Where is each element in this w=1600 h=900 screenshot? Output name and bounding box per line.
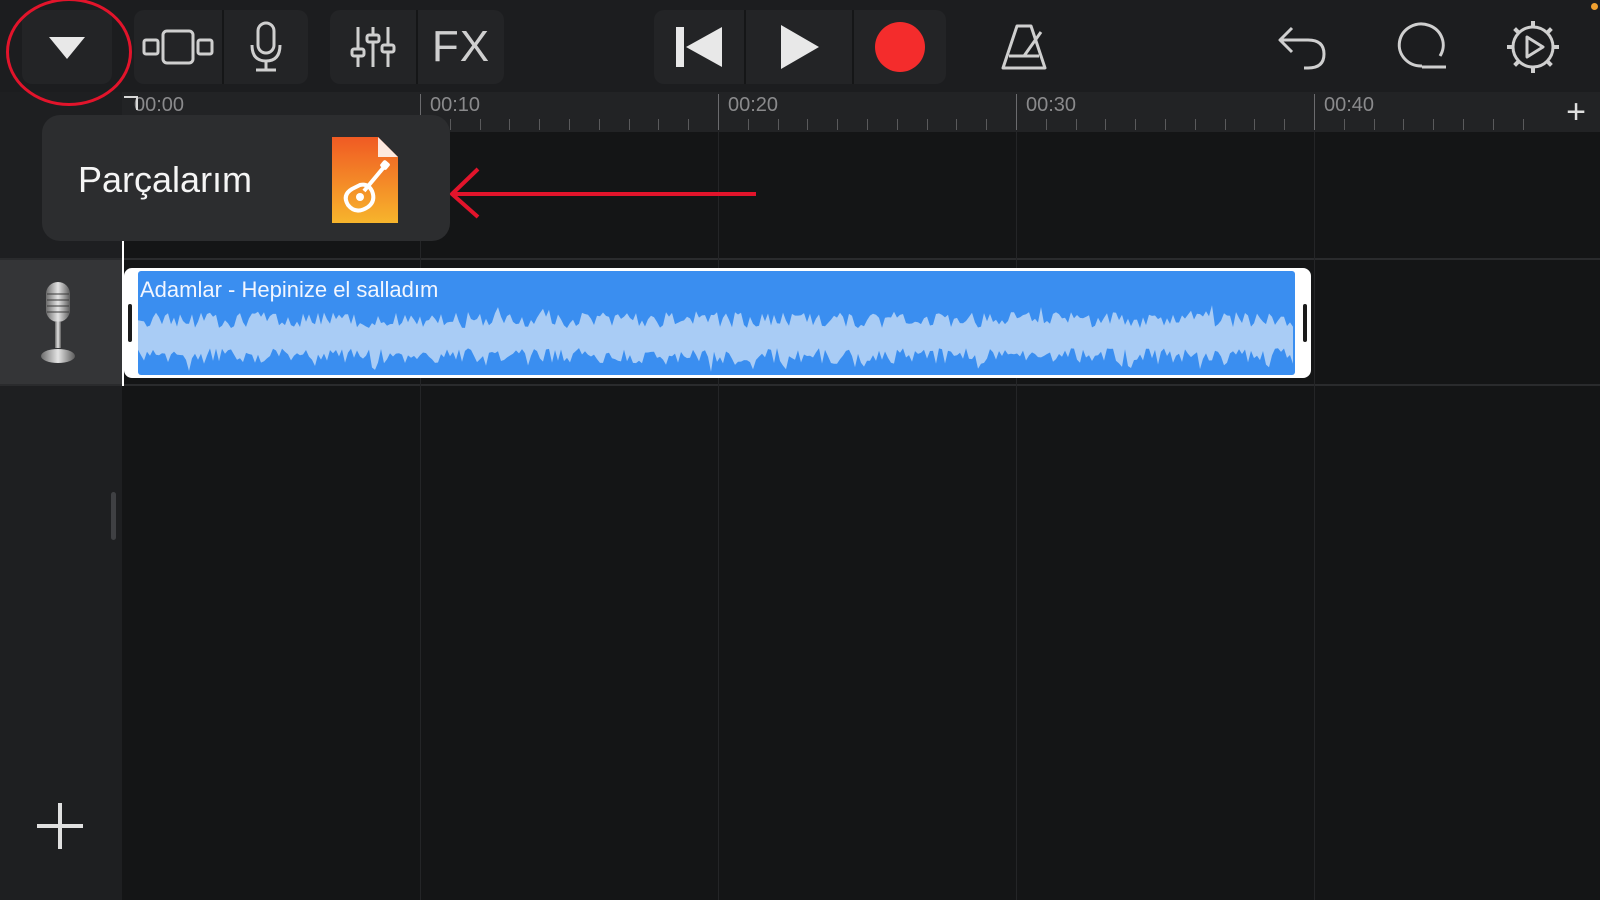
track-divider xyxy=(0,258,1600,260)
grid-line xyxy=(420,132,421,900)
ruler-minor-tick xyxy=(777,119,779,130)
ruler-minor-tick xyxy=(1284,119,1286,130)
loop-browser-button[interactable] xyxy=(1378,10,1462,84)
ruler-minor-tick xyxy=(449,119,451,130)
loop-browser-icon xyxy=(1397,22,1446,69)
ruler-minor-tick xyxy=(628,119,630,130)
tracks-view-icon xyxy=(142,29,214,65)
ruler-minor-tick xyxy=(479,119,481,130)
annotation-arrow xyxy=(450,167,756,219)
rewind-button[interactable] xyxy=(654,10,744,84)
ruler-minor-tick xyxy=(1105,119,1107,130)
metronome-button[interactable] xyxy=(984,10,1064,84)
playhead[interactable] xyxy=(122,240,124,386)
fx-label: FX xyxy=(431,22,491,71)
instrument-button[interactable] xyxy=(224,10,308,84)
ruler-minor-tick xyxy=(1522,119,1524,130)
ruler-minor-tick xyxy=(569,119,570,130)
undo-button[interactable] xyxy=(1262,10,1342,84)
ruler-minor-tick xyxy=(688,119,690,130)
track-divider xyxy=(0,384,1600,386)
ruler-minor-tick xyxy=(1075,119,1077,130)
chevron-down-icon xyxy=(49,37,85,59)
ruler-major-tick xyxy=(718,94,719,130)
ruler-major-tick xyxy=(1314,94,1315,130)
ruler-minor-tick xyxy=(807,119,809,130)
ruler-label: 00:10 xyxy=(430,94,481,116)
record-icon xyxy=(875,22,925,72)
skip-to-start-icon xyxy=(676,27,722,67)
ruler-minor-tick xyxy=(598,119,600,130)
mixer-button[interactable] xyxy=(330,10,416,84)
ruler-minor-tick xyxy=(1433,119,1435,130)
grid-line xyxy=(718,132,719,900)
ruler-major-tick xyxy=(1016,94,1017,130)
undo-icon xyxy=(1278,26,1326,70)
ruler-minor-tick xyxy=(1135,119,1137,130)
region-trim-handle-right[interactable] xyxy=(1303,304,1307,342)
garageband-document-icon[interactable] xyxy=(330,135,400,225)
top-toolbar: FX xyxy=(0,0,1600,92)
ruler-minor-tick xyxy=(747,119,749,130)
grid-line xyxy=(1314,132,1315,900)
play-icon xyxy=(781,25,819,69)
ruler-minor-tick xyxy=(1045,119,1047,130)
my-songs-label[interactable]: Parçalarım xyxy=(78,159,252,201)
ruler-minor-tick xyxy=(926,119,928,130)
ruler-minor-tick xyxy=(1254,119,1256,130)
microphone-icon xyxy=(250,21,282,72)
ruler-minor-tick xyxy=(956,119,958,130)
my-songs-popover: Parçalarım xyxy=(42,115,450,241)
ruler-label: 00:00 xyxy=(134,94,185,116)
fx-button[interactable]: FX xyxy=(418,10,504,84)
ruler-minor-tick xyxy=(509,119,511,130)
ruler-minor-tick xyxy=(986,119,988,130)
ruler-minor-tick xyxy=(658,119,660,130)
ruler-minor-tick xyxy=(1165,119,1166,130)
add-track-button[interactable] xyxy=(34,800,86,852)
ruler-minor-tick xyxy=(1373,119,1375,130)
tracks-view-button[interactable] xyxy=(134,10,222,84)
ruler-minor-tick xyxy=(896,119,898,130)
ruler-minor-tick xyxy=(1194,119,1196,130)
ruler-minor-tick xyxy=(1343,119,1345,130)
ruler-minor-tick xyxy=(1403,119,1405,130)
metronome-icon xyxy=(1001,24,1047,70)
ruler-minor-tick xyxy=(867,119,868,130)
play-button[interactable] xyxy=(746,10,852,84)
ruler-label: 00:20 xyxy=(728,94,779,116)
my-songs-menu-button[interactable] xyxy=(22,10,112,84)
gear-icon xyxy=(1507,21,1559,73)
mixer-sliders-icon xyxy=(350,27,396,67)
ruler-label: 00:40 xyxy=(1324,94,1375,116)
popover-arrow xyxy=(100,203,124,217)
audio-region[interactable]: Adamlar - Hepinize el salladım xyxy=(124,268,1311,378)
ruler-label: 00:30 xyxy=(1026,94,1077,116)
add-section-button[interactable]: + xyxy=(1566,92,1586,132)
microphone-icon xyxy=(41,282,75,363)
region-trim-handle-left[interactable] xyxy=(128,304,132,342)
ruler-minor-tick xyxy=(1463,119,1464,130)
playhead-marker[interactable] xyxy=(124,96,138,110)
region-name: Adamlar - Hepinize el salladım xyxy=(140,277,439,302)
ruler-minor-tick xyxy=(1224,119,1226,130)
status-indicator xyxy=(1591,3,1598,10)
scroll-handle[interactable] xyxy=(111,492,116,540)
region-body: Adamlar - Hepinize el salladım xyxy=(138,271,1295,375)
ruler-minor-tick xyxy=(1492,119,1494,130)
record-button[interactable] xyxy=(854,10,946,84)
track-header-audio-recorder[interactable] xyxy=(0,260,122,384)
ruler-minor-tick xyxy=(539,119,541,130)
ruler-minor-tick xyxy=(837,119,839,130)
settings-button[interactable] xyxy=(1492,10,1574,84)
waveform xyxy=(138,305,1293,372)
grid-line xyxy=(1016,132,1017,900)
